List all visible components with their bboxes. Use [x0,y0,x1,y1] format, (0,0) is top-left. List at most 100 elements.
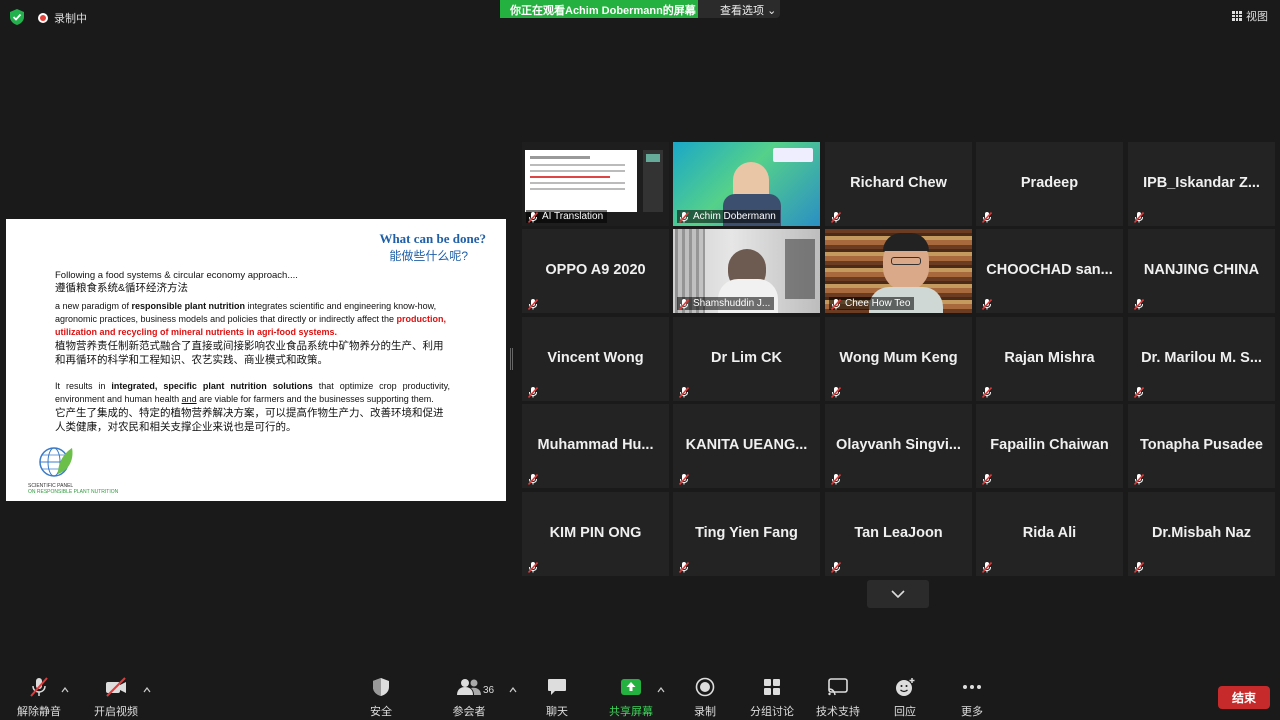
slide-question-zh: 能做些什么呢? [389,249,468,263]
participant-tile[interactable]: Shamshuddin J... [673,229,820,313]
security-button[interactable]: 安全 [361,675,401,719]
participant-name: Dr.Misbah Naz [1151,525,1252,541]
shield-icon[interactable] [10,9,24,25]
participant-tile[interactable]: Rida Ali [976,492,1123,576]
participant-tile[interactable]: CHOOCHAD san... [976,229,1123,313]
record-button[interactable]: 录制 [685,675,725,719]
shared-screen-slide[interactable]: What can be done? 能做些什么呢? Following a fo… [6,219,506,501]
participant-tile[interactable]: KIM PIN ONG [522,492,669,576]
participant-tile[interactable]: Richard Chew [825,142,972,226]
microphone-muted-icon [830,472,842,486]
microphone-muted-icon [527,472,539,486]
participant-tile[interactable]: Tonapha Pusadee [1128,404,1275,488]
split-resize-handle[interactable] [510,348,513,370]
start-video-button[interactable]: 开启视频 [91,675,141,719]
record-dot-icon [38,13,48,23]
slide-question-en: What can be done? [379,231,486,246]
participant-tile[interactable]: Dr Lim CK [673,317,820,401]
microphone-muted-icon [830,560,842,574]
chevron-up-icon[interactable] [61,686,69,694]
participant-name: Vincent Wong [547,350,644,366]
participant-name: Richard Chew [850,175,947,191]
end-meeting-label: 结束 [1231,691,1256,705]
support-button[interactable]: 技术支持 [813,675,863,719]
participant-tile[interactable]: Achim Dobermann [673,142,820,226]
viewing-banner: 你正在观看Achim Dobermann的屏幕 查看选项 ⌄ [500,0,780,18]
view-options-button[interactable]: 查看选项 ⌄ [698,0,780,18]
chat-button[interactable]: 聊天 [537,675,577,719]
participant-name: Tonapha Pusadee [1139,437,1263,453]
camera-off-icon [106,677,126,697]
end-meeting-button[interactable]: 结束 [1218,686,1270,709]
slide-paragraph-2: It results in integrated, specific plant… [55,380,450,406]
p2-text-a: It results in [55,381,112,391]
participant-tile[interactable]: Olayvanh Singvi... [825,404,972,488]
view-button[interactable]: 视图 [1232,8,1268,24]
logo-caption: SCIENTIFIC PANEL ON RESPONSIBLE PLANT NU… [28,483,118,495]
more-label: 更多 [961,706,983,718]
chevron-up-icon[interactable] [509,686,517,694]
chat-label: 聊天 [546,706,568,718]
viewing-text: 你正在观看Achim Dobermann的屏幕 [500,0,698,18]
participant-name: Rida Ali [1022,525,1077,541]
microphone-muted-icon [678,385,690,399]
participant-tile[interactable]: KANITA UEANG... [673,404,820,488]
participant-tile[interactable]: IPB_Iskandar Z... [1128,142,1275,226]
participant-name: Wong Mum Keng [839,350,958,366]
security-label: 安全 [370,706,392,718]
breakout-rooms-button[interactable]: 分组讨论 [747,675,797,719]
chevron-up-icon[interactable] [657,686,665,694]
participant-tile[interactable]: Dr. Marilou M. S... [1128,317,1275,401]
participant-name: Dr Lim CK [711,350,782,366]
reactions-button[interactable]: 回应 [885,675,925,719]
grid-view-icon [1232,11,1242,21]
p1-text-a: a new paradigm of [55,301,132,311]
reactions-label: 回应 [894,706,916,718]
microphone-muted-icon [678,297,690,311]
microphone-muted-icon [527,560,539,574]
recording-indicator[interactable]: 录制中 [38,10,87,26]
participant-tile[interactable]: NANJING CHINA [1128,229,1275,313]
participant-name-label: Chee How Teo [829,297,915,310]
participant-tile[interactable]: Dr.Misbah Naz [1128,492,1275,576]
participant-name-label: AI Translation [526,210,608,223]
microphone-muted-icon [1133,297,1145,311]
gallery-next-page-button[interactable] [867,580,929,608]
participants-button[interactable]: 参会者 [448,675,490,719]
participant-name: Tan LeaJoon [854,525,943,541]
participant-tile[interactable]: AI Translation [522,142,669,226]
participant-name: Ting Yien Fang [695,525,798,541]
unmute-label: 解除静音 [17,706,61,718]
participant-tile[interactable]: Chee How Teo [825,229,972,313]
participant-tile[interactable]: Fapailin Chaiwan [976,404,1123,488]
microphone-muted-icon [527,210,539,224]
microphone-muted-icon [678,472,690,486]
more-button[interactable]: 更多 [952,675,992,719]
microphone-muted-icon [1133,210,1145,224]
participant-tile[interactable]: Muhammad Hu... [522,404,669,488]
participant-tile[interactable]: Rajan Mishra [976,317,1123,401]
participant-tile[interactable]: Ting Yien Fang [673,492,820,576]
slide-paragraph-1-zh: 植物营养责任制新范式融合了直接或间接影响农业食品系统中矿物养分的生产、利用和再循… [55,340,444,366]
participant-tile[interactable]: Tan LeaJoon [825,492,972,576]
participant-tile[interactable]: Pradeep [976,142,1123,226]
emoji-add-icon [896,678,915,696]
view-options-label: 查看选项 [720,5,764,17]
view-button-label: 视图 [1246,11,1268,23]
microphone-muted-icon [981,560,993,574]
microphone-muted-icon [1133,385,1145,399]
participant-name: Fapailin Chaiwan [990,437,1109,453]
p2-bold: integrated, specific plant nutrition sol… [111,381,313,391]
microphone-muted-icon [981,297,993,311]
unmute-button[interactable]: 解除静音 [14,675,64,719]
p2-underline: and [181,394,197,404]
participant-tile[interactable]: Vincent Wong [522,317,669,401]
record-icon [695,677,715,697]
participant-name: KIM PIN ONG [549,525,642,541]
participant-name: Olayvanh Singvi... [836,437,961,453]
share-screen-button[interactable]: 共享屏幕 [606,675,656,719]
participant-tile[interactable]: Wong Mum Keng [825,317,972,401]
share-screen-label: 共享屏幕 [609,706,653,718]
participant-tile[interactable]: OPPO A9 2020 [522,229,669,313]
chevron-up-icon[interactable] [143,686,151,694]
